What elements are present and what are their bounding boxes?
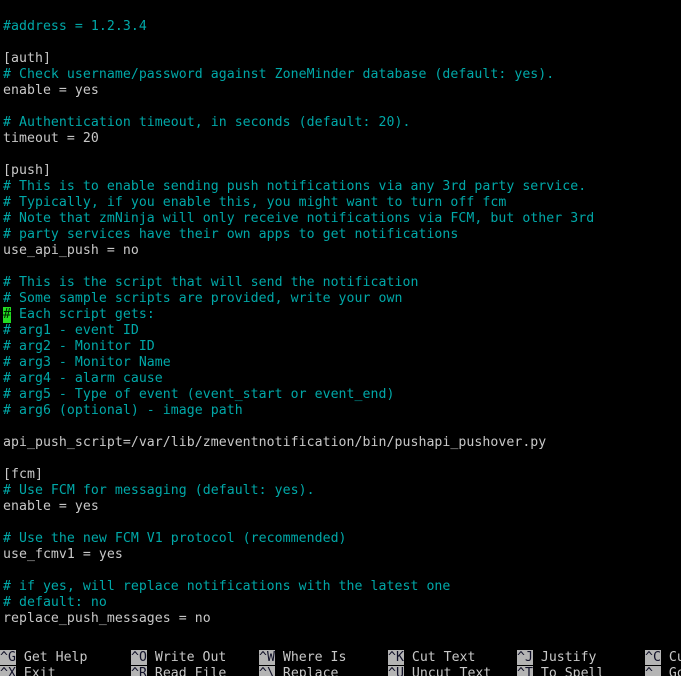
editor-line[interactable]: # Use the new FCM V1 protocol (recommend… [0,531,681,547]
editor-line[interactable]: # if yes, will replace notifications wit… [0,579,681,595]
shortcut-to-spell[interactable]: ^T To Spell [517,665,604,676]
shortcut-key-badge: ^X [0,665,16,676]
shortcut-replace[interactable]: ^\ Replace [259,665,338,676]
shortcut-justify[interactable]: ^J Justify [517,649,596,665]
editor-line[interactable]: timeout = 20 [0,131,681,147]
shortcut-where-is[interactable]: ^W Where Is [259,649,346,665]
editor-line[interactable]: # arg6 (optional) - image path [0,403,681,419]
editor-line[interactable]: enable = yes [0,83,681,99]
text-cursor: # [3,307,11,323]
editor-line[interactable] [0,35,681,51]
shortcut-label: Justify [540,649,597,665]
shortcut-key-badge: ^W [259,649,275,665]
shortcut-key-badge: ^C [645,649,661,665]
editor-line[interactable]: api_push_script=/var/lib/zmeventnotifica… [0,435,681,451]
editor-line[interactable]: # This is to enable sending push notific… [0,179,681,195]
editor-line[interactable] [0,563,681,579]
editor-line[interactable]: [auth] [0,51,681,67]
editor-line[interactable]: # arg1 - event ID [0,323,681,339]
editor-line[interactable]: # default: no [0,595,681,611]
editor-line[interactable]: # Note that zmNinja will only receive no… [0,211,681,227]
shortcut-go-to-line[interactable]: ^_ Go To Line [645,665,681,676]
editor-line[interactable]: [fcm] [0,467,681,483]
shortcut-label: Write Out [154,649,227,665]
terminal-window: #address = 1.2.3.4 [auth] # Check usernam… [0,0,681,676]
editor-line[interactable]: # arg4 - alarm cause [0,371,681,387]
editor-line[interactable]: # Check username/password against ZoneMi… [0,67,681,83]
shortcut-label: Uncut Text [411,665,492,676]
editor-line[interactable]: # Each script gets: [0,307,681,323]
shortcut-key-badge: ^R [131,665,147,676]
shortcut-key-badge: ^\ [259,665,275,676]
editor-line[interactable]: use_fcmv1 = yes [0,547,681,563]
shortcut-get-help[interactable]: ^G Get Help [0,649,87,665]
editor-line[interactable]: replace_push_messages = no [0,611,681,627]
shortcut-write-out[interactable]: ^O Write Out [131,649,226,665]
editor-line[interactable] [0,451,681,467]
editor-line[interactable]: enable = yes [0,499,681,515]
shortcut-label: Exit [23,665,56,676]
shortcut-key-badge: ^J [517,649,533,665]
shortcut-exit[interactable]: ^X Exit [0,665,56,676]
shortcut-label: Read File [154,665,227,676]
editor-line[interactable]: # arg3 - Monitor Name [0,355,681,371]
shortcut-label: Go To Line [668,665,681,676]
shortcut-key-badge: ^O [131,649,147,665]
shortcut-row-secondary: ^X Exit ^R Read File ^\ Replace ^U Uncut Text ^T… [0,665,681,676]
shortcut-key-badge: ^G [0,649,16,665]
shortcut-uncut-text[interactable]: ^U Uncut Text [388,665,491,676]
editor-line[interactable]: use_api_push = no [0,243,681,259]
shortcut-read-file[interactable]: ^R Read File [131,665,226,676]
editor-line[interactable]: # arg5 - Type of event (event_start or e… [0,387,681,403]
shortcut-key-badge: ^K [388,649,404,665]
editor-line[interactable]: # Use FCM for messaging (default: yes). [0,483,681,499]
shortcut-cut-text[interactable]: ^K Cut Text [388,649,475,665]
editor-line[interactable] [0,419,681,435]
nano-shortcut-bar: ^G Get Help ^O Write Out ^W Where Is ^K Cut Tex… [0,649,681,676]
editor-line[interactable]: # This is the script that will send the … [0,275,681,291]
editor-line[interactable]: [push] [0,163,681,179]
editor-line[interactable] [0,515,681,531]
shortcut-label: Replace [282,665,339,676]
editor-line[interactable] [0,147,681,163]
shortcut-row-primary: ^G Get Help ^O Write Out ^W Where Is ^K Cut Tex… [0,649,681,665]
editor-line[interactable]: # party services have their own apps to … [0,227,681,243]
shortcut-label: Where Is [282,649,347,665]
shortcut-label: Cut Text [411,649,476,665]
shortcut-key-badge: ^U [388,665,404,676]
shortcut-label: Cur Pos [668,649,681,665]
editor-line[interactable]: # Typically, if you enable this, you mig… [0,195,681,211]
editor-line[interactable] [0,99,681,115]
nano-text-buffer[interactable]: #address = 1.2.3.4 [auth] # Check usernam… [0,19,681,645]
editor-line[interactable]: #address = 1.2.3.4 [0,19,681,35]
shortcut-label: Get Help [23,649,88,665]
shortcut-label: To Spell [540,665,605,676]
shortcut-cur-pos[interactable]: ^C Cur Pos [645,649,681,665]
editor-line[interactable] [0,259,681,275]
shortcut-key-badge: ^T [517,665,533,676]
shortcut-key-badge: ^_ [645,665,661,676]
editor-line[interactable]: # Some sample scripts are provided, writ… [0,291,681,307]
editor-line[interactable]: # Authentication timeout, in seconds (de… [0,115,681,131]
editor-line[interactable]: # arg2 - Monitor ID [0,339,681,355]
